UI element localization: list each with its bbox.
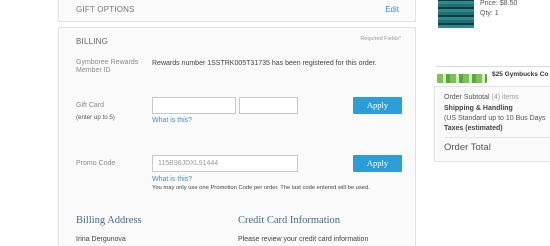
billing-panel: BILLING Required Fields* Gymboree Reward… [58,27,416,246]
promo-code-input[interactable]: 115B98JDXL91444 [152,155,298,172]
required-fields-note: Required Fields* [360,36,401,42]
gift-card-pin-input[interactable] [239,97,298,114]
promo-code-apply-button[interactable]: Apply [353,155,402,172]
gymbucks-card-image [437,74,487,83]
rewards-label-line2: Member ID [76,67,111,74]
cart-item-price: Price: $8.50 [480,0,518,7]
shipping-detail: (US Standard up to 10 Bus Days [444,115,546,122]
gift-options-edit-link[interactable]: Edit [385,5,399,14]
gift-options-title: GIFT OPTIONS [76,5,135,14]
order-subtotal-row: Order Subtotal (4) items [444,94,519,101]
credit-card-heading: Credit Card Information [238,215,341,226]
promo-code-what-link[interactable]: What is this? [152,176,192,183]
promo-divider-top [436,66,550,67]
shipping-label: Shipping & Handling [444,105,513,112]
order-total-label: Order Total [444,142,491,153]
gift-card-number-input[interactable] [152,97,236,114]
gift-options-panel: GIFT OPTIONS Edit [58,0,416,22]
promo-code-label: Promo Code [76,160,116,167]
gift-card-label: Gift Card [76,102,105,109]
gymbucks-promo-text[interactable]: $25 Gymbucks Co [492,71,548,78]
taxes-label: Taxes (estimated) [444,125,503,132]
gift-card-note: (enter up to 5) [76,114,115,121]
order-subtotal-count: (4) items [491,94,519,101]
rewards-message: Rewards number 1SSTRK005T31735 has been … [152,60,377,67]
cart-item-qty: Qty: 1 [480,10,499,17]
credit-card-review-text: Please review your credit card informati… [238,236,369,243]
order-subtotal-label: Order Subtotal [444,94,490,101]
gift-card-what-link[interactable]: What is this? [152,117,192,124]
billing-address-heading: Billing Address [76,215,142,226]
summary-divider [444,137,550,138]
rewards-label-line1: Gymboree Rewards [76,59,139,66]
promo-code-fine-print: You may only use one Promotion Code per … [152,185,370,191]
billing-address-name: Irina Dergunova [76,236,126,243]
billing-title: BILLING [76,37,109,46]
gift-card-apply-button[interactable]: Apply [353,97,402,114]
product-thumbnail[interactable] [438,0,474,28]
